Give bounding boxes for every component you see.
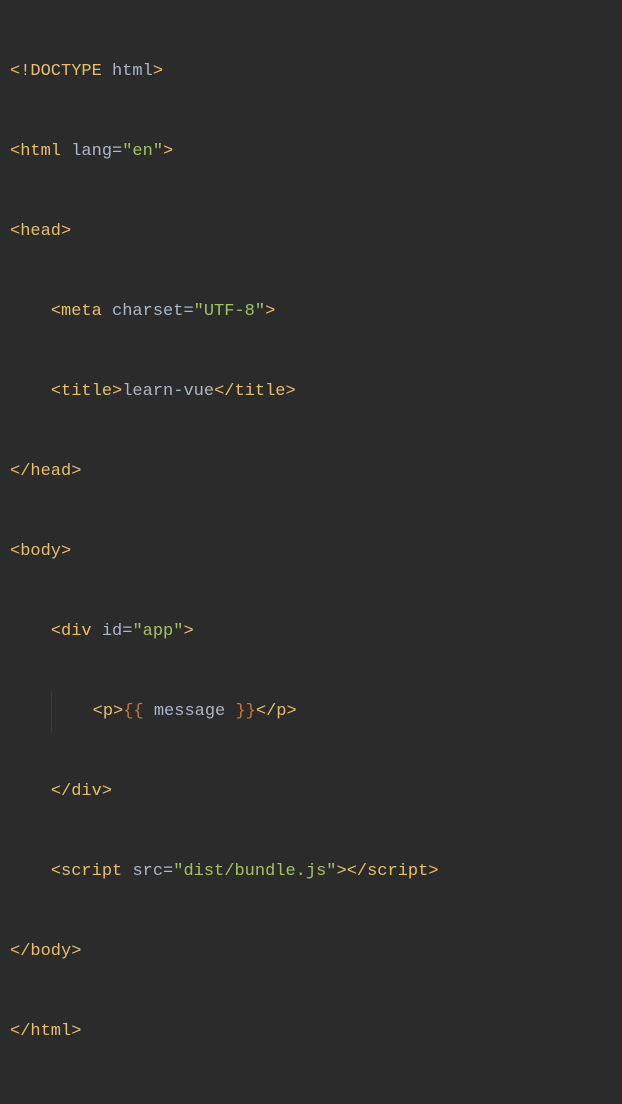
src-attr: src [132,862,163,881]
div-tag: div [61,622,92,641]
src-value: "dist/bundle.js" [173,862,336,881]
doctype-keyword: DOCTYPE [30,62,101,81]
code-line: </html> [10,1012,612,1052]
doctype-id: html [112,62,153,81]
code-line: </head> [10,452,612,492]
p-tag: p [103,702,113,721]
title-text: learn-vue [122,382,214,401]
code-line: <div id="app"> [10,612,612,652]
script-tag: script [61,862,122,881]
title-tag: title [61,382,112,401]
mustache-var: message [154,702,225,721]
code-line: <body> [10,532,612,572]
code-line: <script src="dist/bundle.js"></script> [10,852,612,892]
code-line: <meta charset="UTF-8"> [10,292,612,332]
lang-attr: lang [71,142,112,161]
mustache-open: {{ [123,702,154,721]
charset-attr: charset [112,302,183,321]
id-value: "app" [132,622,183,641]
mustache-close: }} [225,702,256,721]
code-line: <title>learn-vue</title> [10,372,612,412]
code-line: </div> [10,772,612,812]
code-line: </body> [10,932,612,972]
charset-value: "UTF-8" [194,302,265,321]
head-tag: head [20,222,61,241]
code-line: <html lang="en"> [10,132,612,172]
code-line: <!DOCTYPE html> [10,52,612,92]
html-tag: html [20,142,61,161]
meta-tag: meta [61,302,102,321]
id-attr: id [102,622,122,641]
code-editor[interactable]: <!DOCTYPE html> <html lang="en"> <head> … [0,0,622,1104]
lang-value: "en" [122,142,163,161]
code-line: <head> [10,212,612,252]
doctype-open: <! [10,62,30,81]
code-line: <p>{{ message }}</p> [10,692,612,732]
